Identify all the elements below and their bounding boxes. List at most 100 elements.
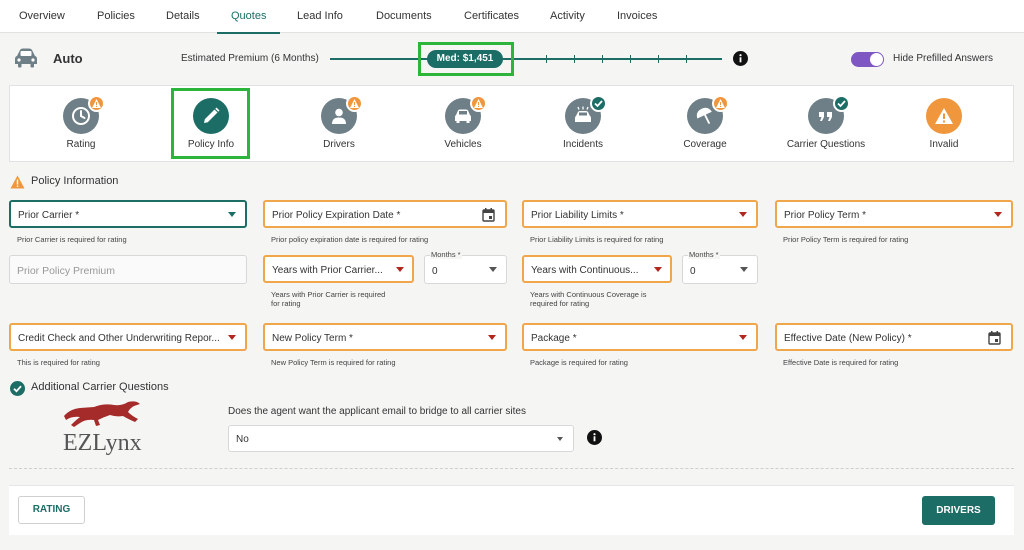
helper-text: Years with Prior Carrier is required xyxy=(271,290,386,299)
chevron-down-icon xyxy=(489,267,497,272)
info-icon[interactable] xyxy=(733,51,748,66)
helper-text: required for rating xyxy=(530,299,590,308)
tab-overview[interactable]: Overview xyxy=(19,0,65,33)
step-label: Drivers xyxy=(323,139,355,150)
incident-car-icon xyxy=(575,106,591,122)
step-carrier-questions[interactable]: Carrier Questions xyxy=(771,86,881,163)
helper-text: for rating xyxy=(271,299,301,308)
tab-invoices[interactable]: Invoices xyxy=(617,0,657,33)
tab-quotes[interactable]: Quotes xyxy=(216,0,282,34)
field-label: Prior Liability Limits * xyxy=(531,210,624,221)
step-invalid[interactable]: Invalid xyxy=(889,86,999,163)
field-label: Prior Carrier * xyxy=(18,210,80,221)
new-policy-term-select[interactable]: New Policy Term * xyxy=(263,323,507,351)
premium-slider-track xyxy=(330,58,722,60)
top-nav: Overview Policies Details Quotes Lead In… xyxy=(0,0,1024,34)
rating-back-button[interactable]: RATING xyxy=(18,496,85,524)
toggle-knob xyxy=(870,53,883,66)
prior-expiration-date-field[interactable]: Prior Policy Expiration Date * xyxy=(263,200,507,228)
person-icon xyxy=(332,108,346,124)
step-coverage[interactable]: Coverage xyxy=(650,86,760,163)
footer-bar: RATING DRIVERS xyxy=(9,485,1014,535)
tab-policies[interactable]: Policies xyxy=(97,0,135,33)
tab-documents[interactable]: Documents xyxy=(376,0,432,33)
step-label: Coverage xyxy=(683,139,727,150)
prior-policy-premium-input[interactable]: Prior Policy Premium xyxy=(9,255,247,284)
slider-tick xyxy=(630,55,631,63)
years-prior-carrier-select[interactable]: Years with Prior Carrier... xyxy=(263,255,414,283)
step-label: Incidents xyxy=(562,139,604,150)
check-badge-icon xyxy=(833,95,850,112)
step-label: Vehicles xyxy=(444,139,482,150)
field-label: Prior Policy Expiration Date * xyxy=(272,210,401,221)
logo-wordmark: EZLynx xyxy=(63,430,142,456)
chevron-down-icon xyxy=(739,335,747,340)
warning-badge-icon xyxy=(470,95,487,112)
chevron-down-icon xyxy=(654,267,662,272)
step-invalid-circle xyxy=(926,98,962,134)
credit-check-select[interactable]: Credit Check and Other Underwriting Repo… xyxy=(9,323,247,351)
field-value: 0 xyxy=(690,266,696,277)
hide-prefilled-label: Hide Prefilled Answers xyxy=(893,53,994,64)
step-label: Carrier Questions xyxy=(786,139,866,150)
umbrella-icon xyxy=(696,107,712,124)
prior-carrier-select[interactable]: Prior Carrier * xyxy=(9,200,247,228)
hide-prefilled-toggle[interactable] xyxy=(851,52,884,67)
drivers-next-button[interactable]: DRIVERS xyxy=(922,496,995,525)
slider-tick xyxy=(658,55,659,63)
check-badge-icon xyxy=(590,95,607,112)
field-label: New Policy Term * xyxy=(272,333,353,344)
chevron-down-icon xyxy=(557,437,563,441)
field-label: Prior Policy Term * xyxy=(784,210,867,221)
active-step-highlight-box xyxy=(171,88,250,159)
prior-policy-term-select[interactable]: Prior Policy Term * xyxy=(775,200,1013,228)
chevron-down-icon xyxy=(488,335,496,340)
chevron-down-icon xyxy=(228,335,236,340)
field-label: Effective Date (New Policy) * xyxy=(784,333,912,344)
field-value: 0 xyxy=(432,266,438,277)
helper-text: Prior Policy Term is required for rating xyxy=(783,235,909,244)
quote-header: Auto Estimated Premium (6 Months) Med: $… xyxy=(0,34,1024,84)
chevron-down-icon xyxy=(740,267,748,272)
info-icon[interactable] xyxy=(587,430,602,445)
quote-stepper: Rating Policy Info Drivers Vehicles Inci… xyxy=(9,85,1014,162)
months-label: Months * xyxy=(688,250,720,259)
effective-date-field[interactable]: Effective Date (New Policy) * xyxy=(775,323,1013,351)
months-prior-carrier-select[interactable]: 0 xyxy=(424,255,507,284)
helper-text: Years with Continuous Coverage is xyxy=(530,290,647,299)
calendar-icon[interactable] xyxy=(482,208,495,222)
tab-details[interactable]: Details xyxy=(166,0,200,33)
prior-liability-limits-select[interactable]: Prior Liability Limits * xyxy=(522,200,758,228)
chevron-down-icon xyxy=(396,267,404,272)
field-label: Package * xyxy=(531,333,577,344)
step-incidents[interactable]: Incidents xyxy=(528,86,638,163)
tab-certificates[interactable]: Certificates xyxy=(464,0,519,33)
tab-activity[interactable]: Activity xyxy=(550,0,585,33)
package-select[interactable]: Package * xyxy=(522,323,758,351)
step-drivers[interactable]: Drivers xyxy=(284,86,394,163)
clock-icon xyxy=(72,107,90,125)
helper-text: Prior policy expiration date is required… xyxy=(271,235,429,244)
helper-text: Effective Date is required for rating xyxy=(783,358,899,367)
email-bridge-select[interactable]: No xyxy=(228,425,574,452)
step-label: Invalid xyxy=(929,139,959,150)
step-rating[interactable]: Rating xyxy=(26,86,136,163)
chevron-down-icon xyxy=(228,212,236,217)
field-label: Years with Prior Carrier... xyxy=(272,265,383,276)
tab-lead-info[interactable]: Lead Info xyxy=(297,0,343,33)
years-continuous-coverage-select[interactable]: Years with Continuous... xyxy=(522,255,672,283)
field-value: No xyxy=(236,434,249,445)
estimated-premium-label: Estimated Premium (6 Months) xyxy=(181,53,319,64)
line-of-business: Auto xyxy=(53,51,83,66)
carrier-question-text: Does the agent want the applicant email … xyxy=(228,406,526,417)
months-continuous-select[interactable]: 0 xyxy=(682,255,758,284)
car-icon xyxy=(15,48,37,68)
premium-slider-handle[interactable]: Med: $1,451 xyxy=(427,50,503,68)
calendar-icon[interactable] xyxy=(988,331,1001,345)
step-vehicles[interactable]: Vehicles xyxy=(408,86,518,163)
helper-text: New Policy Term is required for rating xyxy=(271,358,396,367)
chevron-down-icon xyxy=(739,212,747,217)
ezlynx-logo: EZLynx xyxy=(63,401,142,456)
months-label: Months * xyxy=(430,250,462,259)
policy-information-title: Policy Information xyxy=(31,175,119,187)
